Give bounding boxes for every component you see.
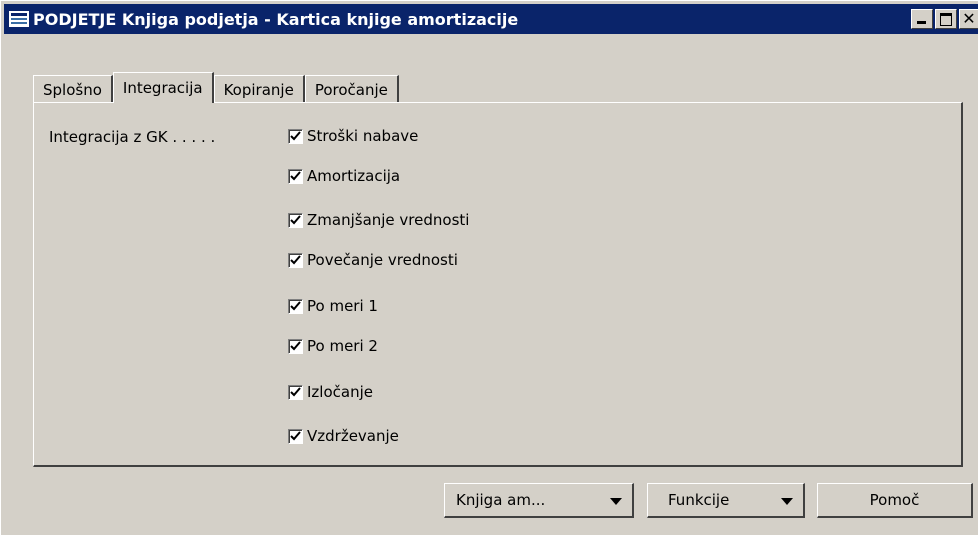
functions-menu-label: Funkcije xyxy=(668,491,730,509)
tab-integration[interactable]: Integracija xyxy=(112,72,214,103)
help-button[interactable]: Pomoč xyxy=(817,483,973,518)
title-bar[interactable]: PODJETJE Knjiga podjetja - Kartica knjig… xyxy=(4,4,978,34)
checkbox-custom-2[interactable]: Po meri 2 xyxy=(288,337,378,355)
checkbox-checked[interactable] xyxy=(288,128,303,144)
checkbox-label: Po meri 1 xyxy=(307,297,378,315)
checkbox-label: Vzdrževanje xyxy=(307,427,399,445)
tab-strip: Splošno Integracija Kopiranje Poročanje xyxy=(33,72,399,103)
checkbox-label: Stroški nabave xyxy=(307,127,419,145)
help-label: Pomoč xyxy=(869,491,920,509)
checkbox-acquisition-cost[interactable]: Stroški nabave xyxy=(288,127,418,145)
checkbox-checked[interactable] xyxy=(288,168,303,184)
checkbox-checked[interactable] xyxy=(288,384,303,400)
checkbox-depreciation[interactable]: Amortizacija xyxy=(288,167,400,185)
tab-general[interactable]: Splošno xyxy=(33,75,113,103)
window-icon xyxy=(9,11,29,27)
book-menu-label: Knjiga am... xyxy=(456,491,546,509)
tab-panel xyxy=(33,102,963,467)
book-menu-button[interactable]: Knjiga am... xyxy=(444,483,634,518)
checkbox-maintenance[interactable]: Vzdrževanje xyxy=(288,427,399,445)
checkbox-checked[interactable] xyxy=(288,338,303,354)
checkbox-checked[interactable] xyxy=(288,298,303,314)
checkbox-label: Po meri 2 xyxy=(307,337,378,355)
tab-reporting[interactable]: Poročanje xyxy=(304,75,399,103)
maximize-button[interactable] xyxy=(935,9,957,29)
dropdown-arrow-icon xyxy=(781,498,793,505)
checkbox-appreciation[interactable]: Povečanje vrednosti xyxy=(288,251,458,269)
checkbox-checked[interactable] xyxy=(288,428,303,444)
checkbox-label: Zmanjšanje vrednosti xyxy=(307,211,470,229)
gl-integration-label: Integracija z GK . . . . . xyxy=(49,128,216,146)
tab-copying[interactable]: Kopiranje xyxy=(213,75,305,103)
window-controls: ✕ xyxy=(911,9,978,29)
checkbox-disposal[interactable]: Izločanje xyxy=(288,383,373,401)
checkbox-write-down[interactable]: Zmanjšanje vrednosti xyxy=(288,211,469,229)
checkbox-checked[interactable] xyxy=(288,212,303,228)
checkbox-label: Amortizacija xyxy=(307,167,401,185)
window: PODJETJE Knjiga podjetja - Kartica knjig… xyxy=(0,0,978,535)
functions-menu-button[interactable]: Funkcije xyxy=(647,483,805,518)
minimize-button[interactable] xyxy=(911,9,933,29)
checkbox-label: Povečanje vrednosti xyxy=(307,251,458,269)
checkbox-checked[interactable] xyxy=(288,252,303,268)
window-title: PODJETJE Knjiga podjetja - Kartica knjig… xyxy=(33,9,519,29)
dropdown-arrow-icon xyxy=(610,498,622,505)
close-button[interactable]: ✕ xyxy=(959,9,978,29)
checkbox-custom-1[interactable]: Po meri 1 xyxy=(288,297,378,315)
checkbox-label: Izločanje xyxy=(307,383,373,401)
